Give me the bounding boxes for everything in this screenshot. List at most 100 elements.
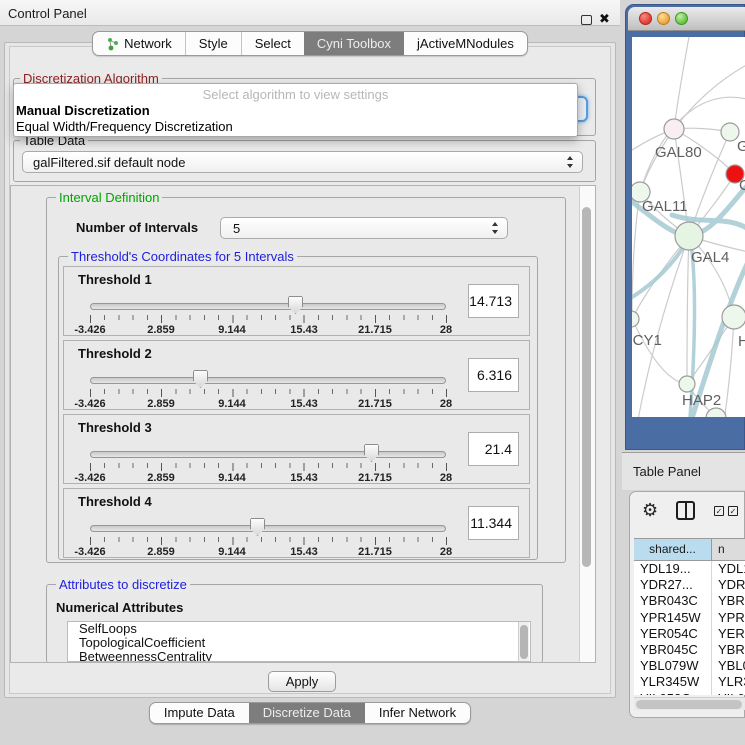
tab-network[interactable]: Network (93, 32, 185, 55)
dropdown-hint-option[interactable]: Select algorithm to view settings (14, 87, 577, 102)
float-window-icon[interactable] (581, 15, 592, 25)
list-item[interactable]: TopologicalCoefficient (68, 636, 530, 650)
threshold-1-label: Threshold 1 (78, 272, 152, 287)
list-item[interactable]: BetweennessCentrality (68, 650, 530, 662)
numerical-attributes-list[interactable]: SelfLoops TopologicalCoefficient Between… (67, 621, 531, 662)
tick-label: -3.426 (60, 546, 120, 558)
close-icon[interactable]: ✖ (599, 11, 610, 27)
tick-label: 15.43 (274, 546, 334, 558)
table-row[interactable]: YBR045CYBR0 (634, 642, 745, 658)
network-node[interactable] (722, 305, 745, 329)
control-panel-titlebar: Control Panel ✖ (0, 0, 620, 26)
threshold-4-value-field[interactable]: 11.344 (468, 506, 519, 540)
node-label: H (738, 333, 745, 350)
node-label: GAL4 (691, 249, 729, 266)
number-of-intervals-combobox[interactable]: 5 (220, 217, 508, 239)
threshold-3-slider-thumb[interactable] (364, 444, 379, 462)
table-row[interactable]: YIL052CYIL0 (634, 691, 745, 696)
threshold-1-slider-thumb[interactable] (288, 296, 303, 314)
dropdown-option-manual[interactable]: Manual Discretization (16, 103, 150, 118)
tick-label: 2.859 (131, 398, 191, 410)
node-label: GA (737, 138, 745, 155)
dropdown-option-equal-width[interactable]: Equal Width/Frequency Discretization (16, 119, 233, 134)
network-node[interactable] (675, 222, 703, 250)
apply-button[interactable]: Apply (268, 671, 336, 692)
network-node[interactable] (632, 311, 639, 327)
network-node[interactable] (679, 376, 695, 392)
threshold-3-label: Threshold 3 (78, 420, 152, 435)
table-row[interactable]: YBL079WYBL0 (634, 658, 745, 674)
tick-label: 9.144 (202, 324, 262, 336)
threshold-4-slider-thumb[interactable] (250, 518, 265, 536)
tab-cyni-toolbox[interactable]: Cyni Toolbox (304, 32, 404, 55)
table-panel-title: Table Panel (633, 464, 701, 479)
thresholds-group-label: Threshold's Coordinates for 5 Intervals (68, 249, 297, 264)
network-node[interactable] (706, 408, 726, 417)
slider-major-ticks (90, 389, 447, 397)
tick-label: 21.715 (345, 546, 405, 558)
threshold-2-label: Threshold 2 (78, 346, 152, 361)
table-hscrollbar-thumb[interactable] (636, 700, 742, 709)
numerical-attributes-label: Numerical Attributes (56, 600, 183, 615)
node-label: HAP2 (682, 392, 721, 409)
minimize-traffic-light-icon[interactable] (657, 12, 670, 25)
threshold-4-slider-track[interactable] (90, 525, 446, 532)
tick-label: 28 (416, 398, 476, 410)
scrollpane-scrollbar-thumb[interactable] (582, 207, 591, 567)
list-item[interactable]: SelfLoops (68, 622, 530, 636)
threshold-3-slider-track[interactable] (90, 451, 446, 458)
threshold-2-slider-track[interactable] (90, 377, 446, 384)
table-panel-bar: Table Panel (622, 452, 745, 490)
tick-label: 21.715 (345, 472, 405, 484)
checkbox-checked-icon[interactable] (714, 506, 724, 516)
threshold-4-panel: Threshold 4 -3.426 2.859 9.144 15.43 21.… (63, 488, 530, 558)
table-row[interactable]: YDR27...YDR2 (634, 577, 745, 593)
threshold-2-slider-thumb[interactable] (193, 370, 208, 388)
node-label: GAL11 (642, 198, 688, 215)
tick-label: 15.43 (274, 472, 334, 484)
algorithm-dropdown-popup: Select algorithm to view settings Manual… (13, 83, 578, 137)
table-row[interactable]: YLR345WYLR3 (634, 674, 745, 690)
control-panel-title: Control Panel (8, 6, 87, 21)
column-header-shared-name[interactable]: shared... (634, 539, 712, 560)
attributes-scrollbar-thumb[interactable] (520, 625, 528, 659)
close-traffic-light-icon[interactable] (639, 12, 652, 25)
threshold-4-label: Threshold 4 (78, 494, 152, 509)
tab-jactivemnodules[interactable]: jActiveMNodules (404, 32, 527, 55)
tick-label: 28 (416, 546, 476, 558)
tab-select[interactable]: Select (241, 32, 304, 55)
tab-discretize-data[interactable]: Discretize Data (249, 703, 365, 723)
node-label: GAL80 (655, 144, 702, 161)
network-graph: GAL80 GA C GAL11 GAL4 GCY1 H HAP2 (632, 37, 745, 417)
network-node[interactable] (664, 119, 684, 139)
tick-label: 15.43 (274, 398, 334, 410)
tick-label: -3.426 (60, 324, 120, 336)
column-header-name[interactable]: n (712, 539, 745, 560)
table-row[interactable]: YBR043CYBR0 (634, 593, 745, 609)
table-hscrollbar-track[interactable] (634, 697, 745, 710)
tick-label: 2.859 (131, 324, 191, 336)
tab-style[interactable]: Style (185, 32, 241, 55)
tab-impute-data[interactable]: Impute Data (150, 703, 249, 723)
table-data-combobox[interactable]: galFiltered.sif default node (22, 151, 583, 173)
threshold-2-value-field[interactable]: 6.316 (468, 358, 519, 392)
tick-label: 9.144 (202, 472, 262, 484)
split-columns-icon[interactable] (676, 501, 695, 520)
network-window-titlebar[interactable] (628, 7, 745, 31)
table-row[interactable]: YPR145WYPR1 (634, 610, 745, 626)
table-header-row: shared... n (634, 538, 745, 561)
table-row[interactable]: YER054CYER0 (634, 626, 745, 642)
table-data-value: galFiltered.sif default node (33, 155, 185, 170)
threshold-1-slider-track[interactable] (90, 303, 446, 310)
table-row[interactable]: YDL19...YDL1 (634, 561, 745, 577)
tick-label: 9.144 (202, 398, 262, 410)
bottom-tabbar: Impute Data Discretize Data Infer Networ… (0, 702, 620, 724)
threshold-1-value-field[interactable]: 14.713 (468, 284, 519, 318)
tab-infer-network[interactable]: Infer Network (365, 703, 470, 723)
gear-icon[interactable]: ⚙ (642, 501, 658, 519)
checkbox-checked-icon[interactable] (728, 506, 738, 516)
zoom-traffic-light-icon[interactable] (675, 12, 688, 25)
table-rows[interactable]: YDL19...YDL1 YDR27...YDR2 YBR043CYBR0 YP… (634, 561, 745, 695)
network-canvas[interactable]: GAL80 GA C GAL11 GAL4 GCY1 H HAP2 (632, 37, 745, 417)
threshold-3-value-field[interactable]: 21.4 (468, 432, 519, 466)
